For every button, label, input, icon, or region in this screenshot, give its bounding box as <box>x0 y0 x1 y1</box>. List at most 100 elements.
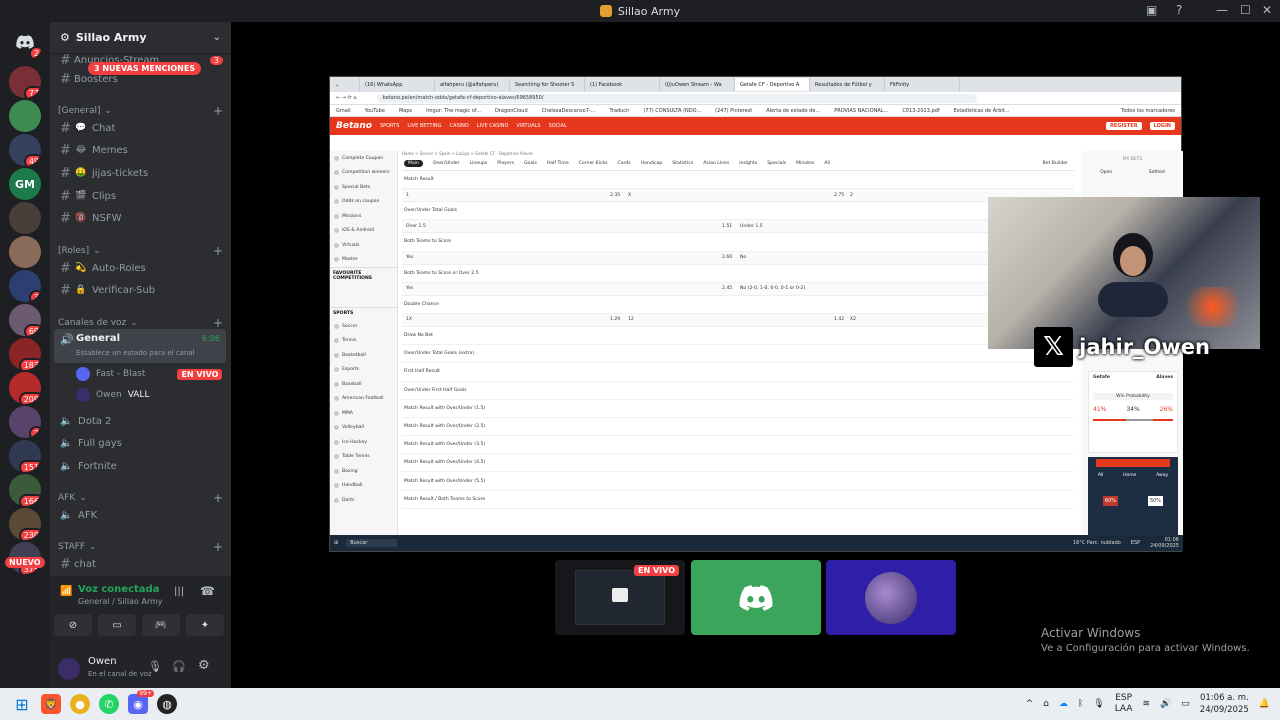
market-tab-active[interactable]: Main <box>404 160 423 167</box>
market-tab[interactable]: Specials <box>767 161 786 166</box>
brave-icon[interactable]: 🦁 <box>41 694 61 714</box>
sport-item[interactable]: Basketball <box>330 348 397 363</box>
add-channel-icon[interactable]: + <box>213 316 223 330</box>
bookmark[interactable]: DragonCloud <box>495 108 528 114</box>
add-channel-icon[interactable]: + <box>213 244 223 258</box>
odd-label[interactable]: X <box>628 193 631 198</box>
sport-item[interactable]: Tennis <box>330 334 397 349</box>
market-row[interactable]: Match Result <box>402 171 1074 190</box>
odd-value[interactable]: 2.35 <box>610 193 620 198</box>
channel-nsfw[interactable]: # 🔞 NSFW <box>58 208 223 228</box>
market-tab[interactable]: Statistics <box>672 161 693 166</box>
browser-tab[interactable]: (16) WhatsApp <box>360 78 435 91</box>
register-button[interactable]: REGISTER <box>1106 122 1142 130</box>
odd-label[interactable]: 2 <box>850 193 853 198</box>
stream-tile[interactable]: EN VIVO <box>555 560 685 635</box>
sidebar-item[interactable]: Odds on coupon <box>330 195 397 210</box>
betslip-tab-settled[interactable]: Settled <box>1149 170 1165 175</box>
stats-tab[interactable]: Away <box>1156 473 1168 478</box>
odd-value[interactable]: 1.29 <box>610 317 620 322</box>
minimize-button[interactable]: — <box>1216 3 1228 17</box>
server-icon[interactable]: 49 <box>9 134 41 166</box>
sport-item[interactable]: Volleyball <box>330 421 397 436</box>
sport-item[interactable]: Table Tennis <box>330 450 397 465</box>
bookmark[interactable]: Imgur: The magic of... <box>426 108 481 114</box>
microphone-icon[interactable]: 🎙 <box>1093 699 1104 709</box>
nav-arrows-icon[interactable]: ← → ⟳ ⌂ <box>336 95 357 101</box>
clock-time[interactable]: 01:06 a. m. <box>1200 693 1249 703</box>
server-icon[interactable]: 2 <box>9 406 41 438</box>
server-icon[interactable]: 3 <box>9 270 41 302</box>
whatsapp-icon[interactable]: ✆ <box>99 694 119 714</box>
maximize-button[interactable]: ☐ <box>1240 3 1251 17</box>
voice-user[interactable]: Owen VALL <box>76 386 149 404</box>
sidebar-item[interactable]: Complete Coupon <box>330 151 397 166</box>
bet-builder-toggle[interactable]: Bet Builder <box>1043 161 1069 166</box>
help-icon[interactable]: ? <box>1176 3 1182 17</box>
bookmark[interactable]: (77) CONSULTA (NDO... <box>643 108 701 114</box>
nav-link[interactable]: LIVE CASINO <box>477 123 509 129</box>
odd-label[interactable]: 1 <box>406 193 409 198</box>
stats-tab[interactable]: Home <box>1123 473 1136 478</box>
odd-label[interactable]: No <box>740 255 746 260</box>
server-icon[interactable]: 166 <box>9 474 41 506</box>
odd-value[interactable]: 2.45 <box>722 286 732 291</box>
market-tab[interactable]: Corner Kicks <box>579 161 608 166</box>
odd-value[interactable]: 2.75 <box>834 193 844 198</box>
add-channel-icon[interactable]: + <box>213 491 223 505</box>
betslip-tab-open[interactable]: Open <box>1100 170 1112 175</box>
voice-status[interactable]: Establece un estado para el canal <box>76 349 195 357</box>
channel-verificar[interactable]: # 🔒 Verificar-Sub <box>58 280 223 300</box>
server-icon-gm[interactable]: GM <box>9 168 41 200</box>
category-afk[interactable]: AFK ⌄ + <box>58 491 223 505</box>
market-row[interactable]: Match Result with Over/Under (1.5) <box>402 400 1074 418</box>
server-icon[interactable]: 183 <box>9 338 41 370</box>
tab-menu-icon[interactable]: ⌄ <box>330 78 360 91</box>
sport-item[interactable]: Soccer <box>330 319 397 334</box>
server-icon[interactable]: 209 <box>9 372 41 404</box>
activities-button[interactable]: 🎮 <box>142 614 180 636</box>
nav-link[interactable]: LIVE BETTING <box>407 123 441 129</box>
bookmark[interactable]: Traducir <box>609 108 629 114</box>
bookmark[interactable]: ChelseaDescanso7-... <box>542 108 596 114</box>
market-tab[interactable]: Asian Lines <box>703 161 729 166</box>
market-row[interactable]: Match Result with Over/Under (2.5) <box>402 418 1074 437</box>
sport-item[interactable]: Darts <box>330 493 397 508</box>
noise-suppression-icon[interactable]: ||| <box>174 586 184 597</box>
odd-label[interactable]: Yes <box>406 255 413 260</box>
market-tab[interactable]: Minutes <box>796 161 814 166</box>
channel-boosters[interactable]: # Boosters <box>58 69 223 89</box>
market-row[interactable]: Over/Under Total Goals <box>402 202 1074 221</box>
market-row[interactable]: Match Result with Over/Under (3.5) <box>402 436 1074 455</box>
network-icon[interactable]: ⌂ <box>1043 699 1049 709</box>
sport-item[interactable]: Boxing <box>330 464 397 479</box>
odd-label[interactable]: 12 <box>628 317 634 322</box>
screen-share-button[interactable]: ▭ <box>98 614 136 636</box>
market-row[interactable]: Match Result with Over/Under (4.5) <box>402 454 1074 473</box>
sidebar-item[interactable]: iOS & Android <box>330 224 397 239</box>
bookmark-all[interactable]: Todos los marcadores <box>1121 108 1175 114</box>
odd-label[interactable]: Yes <box>406 286 413 291</box>
market-tab[interactable]: Insights <box>739 161 757 166</box>
odd-label[interactable]: Over 1.5 <box>406 224 426 229</box>
channel-memes[interactable]: # 😂 Memes <box>58 140 223 160</box>
bookmark[interactable]: Estadísticas de Árbit... <box>954 108 1010 114</box>
category-roles[interactable]: [Roles] ⌄ + <box>58 244 223 258</box>
gear-icon[interactable]: ⚙ <box>198 658 210 673</box>
sport-item[interactable]: Esports <box>330 363 397 378</box>
clock-date[interactable]: 24/09/2025 <box>1200 705 1249 715</box>
bookmark[interactable]: Gmail <box>336 108 351 114</box>
soundboard-button[interactable]: ✦ <box>186 614 224 636</box>
server-icon[interactable] <box>9 202 41 234</box>
market-tab[interactable]: Players <box>497 161 514 166</box>
sidebar-item[interactable]: Competition winners <box>330 166 397 181</box>
stats-tab[interactable]: All <box>1098 473 1104 478</box>
signal-icon[interactable]: 📶 <box>60 586 72 597</box>
channel-autoroles[interactable]: # 💫 Auto-Roles <box>58 258 223 278</box>
market-row[interactable]: Double Chance <box>402 296 1074 314</box>
sidebar-item[interactable]: Special Bets <box>330 180 397 195</box>
market-row[interactable]: First Half Result <box>402 363 1074 382</box>
add-channel-icon[interactable]: + <box>213 540 223 554</box>
odd-value[interactable]: 1.51 <box>722 224 732 229</box>
market-tab[interactable]: Lineups <box>469 161 487 166</box>
